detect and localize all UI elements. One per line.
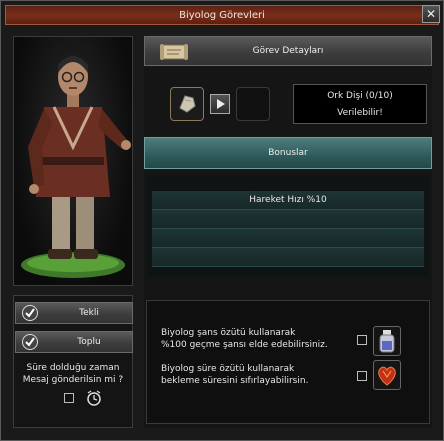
chance-elixir-text-line2: %100 geçme şansı elde edebilirsiniz.	[161, 340, 328, 350]
elixir-options-box: Biyolog şans özütü kullanarak %100 geçme…	[146, 300, 430, 424]
quest-window: Biyolog Görevleri ✕ Tekli Toplu Süre dol…	[0, 0, 444, 441]
notify-checkbox[interactable]	[64, 393, 74, 403]
play-arrow-icon	[217, 99, 225, 109]
time-elixir-checkbox[interactable]	[357, 371, 367, 381]
bonus-row	[152, 229, 424, 248]
biologist-npc-portrait	[21, 56, 131, 278]
alarm-clock-icon	[87, 390, 101, 406]
bonuses-label: Bonuslar	[268, 148, 308, 158]
time-elixir-slot[interactable]	[373, 360, 401, 390]
quest-detail-panel: Görev Detayları Ork Dişi (0/10) Verilebi…	[144, 36, 432, 428]
check-circle-icon	[22, 334, 38, 350]
bonus-list: Hareket Hızı %10	[146, 176, 430, 276]
quest-details-label: Görev Detayları	[252, 46, 324, 56]
window-title: Biyolog Görevleri	[179, 10, 265, 21]
give-item-arrow-button[interactable]	[210, 94, 230, 114]
single-turn-in-button[interactable]: Tekli	[15, 302, 133, 324]
reward-item-slot[interactable]	[236, 87, 270, 121]
required-item-name: Ork Dişi (0/10)	[327, 91, 393, 101]
close-icon: ✕	[425, 7, 437, 21]
notify-question-line2: Mesaj gönderilsin mi ?	[22, 375, 124, 385]
quest-status-text: Verilebilir!	[337, 108, 383, 118]
turn-in-options-panel: Tekli Toplu Süre dolduğu zaman Mesaj gön…	[13, 295, 133, 428]
required-item-slot[interactable]	[170, 87, 204, 121]
blue-potion-icon	[379, 330, 395, 353]
chance-elixir-text-line1: Biyolog şans özütü kullanarak	[161, 328, 296, 338]
chance-elixir-checkbox[interactable]	[357, 335, 367, 345]
character-portrait-panel	[13, 36, 133, 286]
required-item-info: Ork Dişi (0/10) Verilebilir!	[293, 84, 427, 124]
time-elixir-text-line2: bekleme süresini sıfırlayabilirsin.	[161, 376, 309, 386]
close-button[interactable]: ✕	[422, 5, 440, 23]
red-heart-elixir-icon	[378, 366, 396, 386]
notify-question-line1: Süre dolduğu zaman	[26, 363, 120, 373]
bonus-row: Hareket Hızı %10	[152, 191, 424, 210]
bonus-row	[152, 210, 424, 229]
quest-details-button[interactable]: Görev Detayları	[144, 36, 432, 66]
bulk-turn-in-button[interactable]: Toplu	[15, 331, 133, 353]
bulk-button-label: Toplu	[77, 337, 101, 347]
time-elixir-text-line1: Biyolog süre özütü kullanarak	[161, 364, 295, 374]
single-button-label: Tekli	[79, 308, 99, 318]
bonus-row	[152, 248, 424, 267]
bonuses-header-button[interactable]: Bonuslar	[144, 137, 432, 169]
orc-tooth-icon	[179, 95, 196, 113]
check-circle-icon	[22, 305, 38, 321]
chance-elixir-slot[interactable]	[373, 326, 401, 356]
title-bar[interactable]: Biyolog Görevleri	[5, 5, 439, 25]
